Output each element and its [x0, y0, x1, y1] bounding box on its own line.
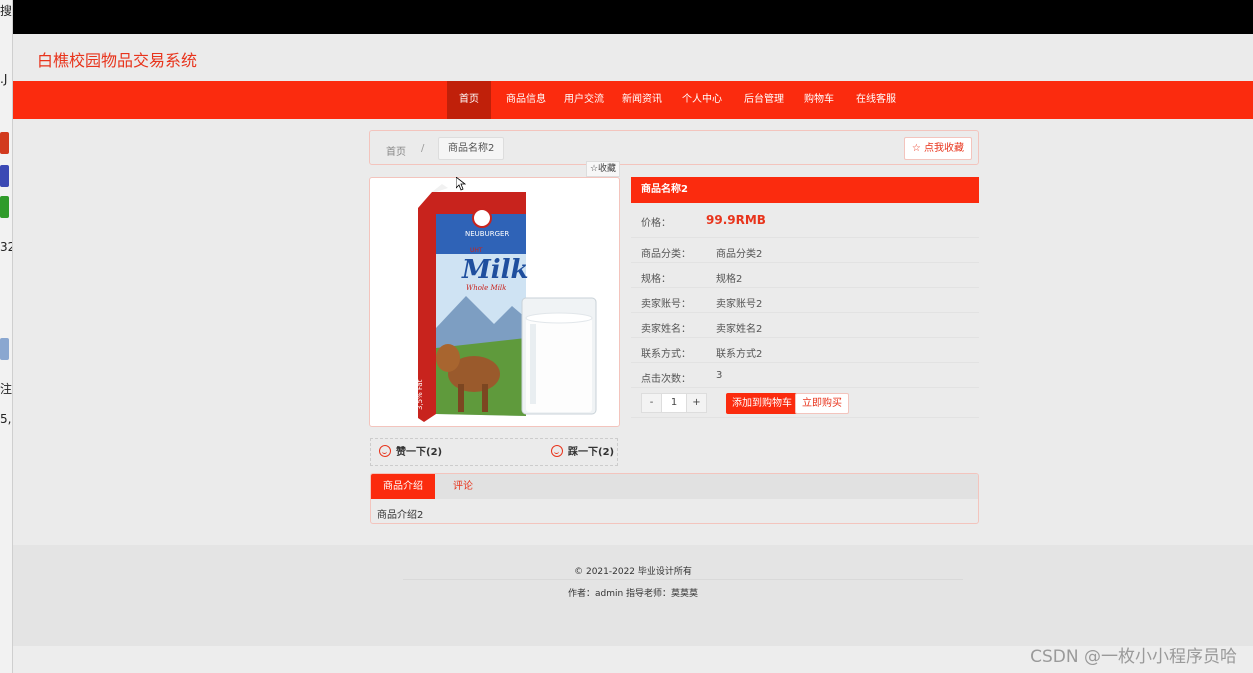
breadcrumb-current[interactable]: 商品名称2 — [438, 137, 505, 160]
breadcrumb: 首页 / 商品名称2 ☆ 点我收藏 — [369, 130, 979, 165]
field-row: 卖家姓名： 卖家姓名2 — [631, 313, 979, 338]
desktop-edge: 搜索 .J 32 注 5,6 — [0, 0, 13, 673]
buy-now-button[interactable]: 立即购买 — [795, 393, 849, 414]
price-label: 价格： — [641, 218, 671, 229]
desktop-fragment: 注 — [0, 382, 13, 396]
field-label: 卖家账号： — [641, 299, 691, 310]
breadcrumb-home[interactable]: 首页 — [386, 143, 406, 158]
nav-item-support[interactable]: 在线客服 — [851, 81, 901, 119]
site-footer: © 2021-2022 毕业设计所有 作者：admin 指导老师：莫莫莫 — [13, 545, 1253, 646]
desktop-icon — [0, 132, 9, 154]
desktop-fragment: 32 — [0, 240, 12, 254]
field-row: 联系方式： 联系方式2 — [631, 338, 979, 363]
product-tabs: 商品介绍 评论 商品介绍2 — [370, 473, 979, 524]
desktop-icon — [0, 196, 9, 218]
field-label: 联系方式： — [641, 349, 691, 360]
field-row: 点击次数： 3 — [631, 363, 979, 388]
quantity-minus-button[interactable]: - — [642, 394, 661, 412]
nav-item-user-center[interactable]: 个人中心 — [677, 81, 727, 119]
quantity-plus-button[interactable]: + — [687, 394, 706, 412]
product-image: NEUBURGER UHT Milk Whole Milk 3,5% Fat — [369, 177, 620, 427]
footer-copyright: © 2021-2022 毕业设计所有 — [574, 567, 692, 577]
field-label: 点击次数： — [641, 374, 691, 385]
field-value: 商品分类2 — [716, 249, 763, 260]
mouse-cursor-icon — [456, 177, 466, 191]
purchase-row: - 1 + 添加到购物车 立即购买 — [631, 388, 979, 418]
field-value: 卖家姓名2 — [716, 324, 763, 335]
field-row: 规格： 规格2 — [631, 263, 979, 288]
nav-item-cart[interactable]: 购物车 — [799, 81, 839, 119]
tab-bar: 商品介绍 评论 — [371, 474, 978, 499]
field-row: 商品分类： 商品分类2 — [631, 238, 979, 263]
field-label: 商品分类： — [641, 249, 691, 260]
favorite-badge[interactable]: ☆收藏 — [586, 161, 620, 177]
price-value: 99.9RMB — [706, 213, 766, 227]
price-row: 价格： 99.9RMB — [631, 205, 979, 238]
carton-brand-text: NEUBURGER — [465, 230, 509, 238]
favorite-button[interactable]: ☆ 点我收藏 — [903, 137, 972, 160]
main-nav: 首页 商品信息 用户交流 新闻资讯 个人中心 后台管理 购物车 在线客服 — [13, 81, 1253, 119]
field-label: 规格： — [641, 274, 671, 285]
carton-uht-text: UHT — [470, 247, 483, 254]
nav-item-admin[interactable]: 后台管理 — [739, 81, 789, 119]
add-to-cart-button[interactable]: 添加到购物车 — [726, 393, 798, 414]
smile-icon — [379, 445, 391, 457]
field-value: 联系方式2 — [716, 349, 763, 360]
csdn-watermark: CSDN @一枚小小程序员哈 — [1030, 647, 1237, 667]
field-row: 卖家账号： 卖家账号2 — [631, 288, 979, 313]
desktop-fragment: .J — [0, 72, 8, 86]
field-value: 卖家账号2 — [716, 299, 763, 310]
browser-top-bar — [13, 0, 1253, 34]
tab-description[interactable]: 商品介绍 — [371, 474, 435, 499]
nav-item-products[interactable]: 商品信息 — [501, 81, 551, 119]
breadcrumb-separator: / — [421, 143, 425, 154]
footer-divider — [403, 579, 963, 580]
field-value: 规格2 — [716, 274, 743, 285]
nav-item-news[interactable]: 新闻资讯 — [617, 81, 667, 119]
dislike-label: 踩一下(2) — [568, 447, 615, 458]
field-label: 卖家姓名： — [641, 324, 691, 335]
desktop-fragment: 搜索 — [0, 4, 13, 18]
product-name-header: 商品名称2 — [631, 177, 979, 203]
milk-carton-image: NEUBURGER UHT Milk Whole Milk 3,5% Fat — [416, 184, 597, 422]
carton-fat-text: 3,5% Fat — [416, 379, 424, 410]
nav-item-forum[interactable]: 用户交流 — [559, 81, 609, 119]
footer-credits: 作者：admin 指导老师：莫莫莫 — [567, 589, 699, 599]
desktop-fragment: 5,6 — [0, 412, 12, 426]
site-title[interactable]: 白樵校园物品交易系统 — [37, 47, 197, 71]
desktop-icon — [0, 338, 9, 360]
tab-comments[interactable]: 评论 — [441, 474, 485, 499]
field-value: 3 — [716, 370, 723, 381]
desktop-icon — [0, 165, 9, 187]
quantity-stepper: - 1 + — [641, 393, 707, 413]
nav-item-home[interactable]: 首页 — [447, 81, 491, 119]
like-label: 赞一下(2) — [396, 447, 443, 458]
vote-bar: 赞一下(2) 踩一下(2) — [370, 438, 618, 466]
tab-content: 商品介绍2 — [377, 510, 424, 521]
dislike-button[interactable]: 踩一下(2) — [551, 445, 614, 461]
quantity-input[interactable]: 1 — [661, 394, 687, 412]
site-header: 白樵校园物品交易系统 — [13, 34, 1253, 81]
like-button[interactable]: 赞一下(2) — [379, 445, 442, 461]
smile-icon — [551, 445, 563, 457]
carton-whole-milk-text: Whole Milk — [466, 284, 506, 292]
carton-milk-text: Milk — [461, 255, 529, 285]
